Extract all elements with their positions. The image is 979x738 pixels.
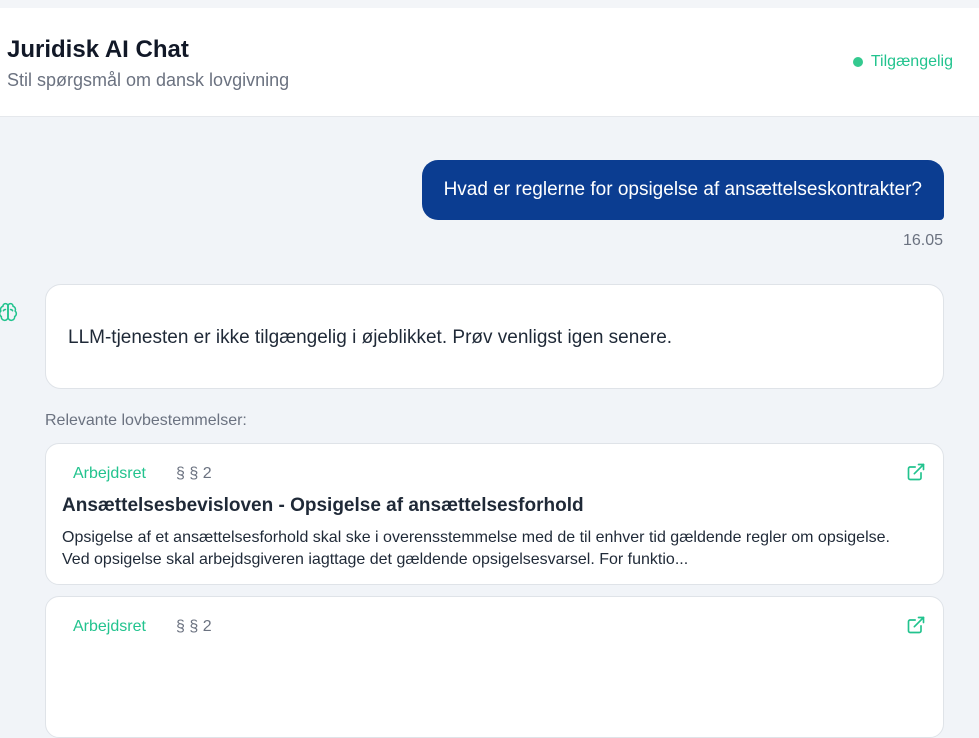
external-link-icon[interactable] bbox=[906, 462, 926, 482]
assistant-message-bubble: LLM-tjenesten er ikke tilgængelig i øjeb… bbox=[45, 284, 944, 389]
page-subtitle: Stil spørgsmål om dansk lovgivning bbox=[7, 70, 290, 90]
user-message-bubble: Hvad er reglerne for opsigelse af ansætt… bbox=[421, 160, 944, 220]
law-card[interactable]: Arbejdsret § § 2 Ansættelsesbevisloven -… bbox=[45, 443, 944, 585]
status-text: Tilgængelig bbox=[870, 53, 953, 70]
law-category-tag: Arbejdsret bbox=[73, 465, 146, 482]
assistant-message-text: LLM-tjenesten er ikke tilgængelig i øjeb… bbox=[68, 327, 673, 348]
law-excerpt: Opsigelse af et ansættelsesforhold skal … bbox=[62, 529, 890, 568]
status-dot-icon bbox=[852, 57, 863, 67]
law-section-ref: § § 2 bbox=[176, 618, 212, 635]
user-message-text: Hvad er reglerne for opsigelse af ansætt… bbox=[443, 179, 922, 200]
status-indicator: Tilgængelig bbox=[852, 53, 953, 71]
relevant-provisions-label: Relevante lovbestemmelser: bbox=[45, 412, 247, 429]
message-timestamp: 16.05 bbox=[902, 232, 943, 249]
external-link-icon[interactable] bbox=[906, 615, 926, 635]
chat-header: Juridisk AI Chat Stil spørgsmål om dansk… bbox=[0, 8, 979, 117]
page-title: Juridisk AI Chat bbox=[7, 36, 189, 63]
law-category-tag: Arbejdsret bbox=[73, 618, 146, 635]
chat-area[interactable]: Hvad er reglerne for opsigelse af ansætt… bbox=[0, 118, 979, 738]
law-section-ref: § § 2 bbox=[176, 465, 212, 482]
top-strip bbox=[0, 0, 979, 8]
brain-icon bbox=[0, 302, 18, 322]
law-card[interactable]: Arbejdsret § § 2 bbox=[45, 596, 944, 738]
law-title: Ansættelsesbevisloven - Opsigelse af ans… bbox=[62, 495, 584, 516]
